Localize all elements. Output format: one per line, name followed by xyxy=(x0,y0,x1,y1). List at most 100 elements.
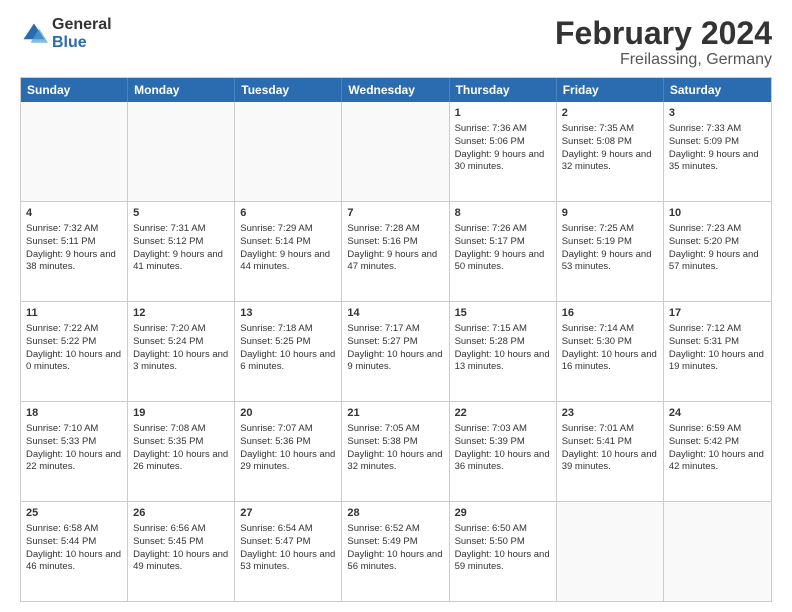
day-number: 3 xyxy=(669,106,766,121)
sunset-text: Sunset: 5:30 PM xyxy=(562,336,658,349)
day-number: 23 xyxy=(562,406,658,421)
calendar-cell: 19Sunrise: 7:08 AMSunset: 5:35 PMDayligh… xyxy=(128,402,235,501)
sunrise-text: Sunrise: 7:01 AM xyxy=(562,423,658,436)
sunrise-text: Sunrise: 7:15 AM xyxy=(455,323,551,336)
daylight-text: Daylight: 9 hours and 47 minutes. xyxy=(347,249,443,275)
sunrise-text: Sunrise: 7:23 AM xyxy=(669,223,766,236)
calendar-cell: 2Sunrise: 7:35 AMSunset: 5:08 PMDaylight… xyxy=(557,102,664,201)
daylight-text: Daylight: 10 hours and 29 minutes. xyxy=(240,449,336,475)
logo-blue-text: Blue xyxy=(52,34,112,52)
header-day-tuesday: Tuesday xyxy=(235,78,342,102)
calendar-cell: 3Sunrise: 7:33 AMSunset: 5:09 PMDaylight… xyxy=(664,102,771,201)
sunrise-text: Sunrise: 7:28 AM xyxy=(347,223,443,236)
sunrise-text: Sunrise: 7:07 AM xyxy=(240,423,336,436)
daylight-text: Daylight: 10 hours and 56 minutes. xyxy=(347,549,443,575)
sunset-text: Sunset: 5:17 PM xyxy=(455,236,551,249)
day-number: 28 xyxy=(347,506,443,521)
daylight-text: Daylight: 9 hours and 57 minutes. xyxy=(669,249,766,275)
daylight-text: Daylight: 10 hours and 59 minutes. xyxy=(455,549,551,575)
calendar-cell xyxy=(21,102,128,201)
calendar-cell xyxy=(557,502,664,601)
calendar-row-2: 11Sunrise: 7:22 AMSunset: 5:22 PMDayligh… xyxy=(21,301,771,401)
calendar-cell xyxy=(342,102,449,201)
day-number: 6 xyxy=(240,206,336,221)
day-number: 22 xyxy=(455,406,551,421)
day-number: 4 xyxy=(26,206,122,221)
calendar-cell: 10 Sunrise: 7:23 AMSunset: 5:20 PMDayligh… xyxy=(664,202,771,301)
day-number: 20 xyxy=(240,406,336,421)
calendar-cell: 28 Sunrise: 6:52 AMSunset: 5:49 PMDayligh… xyxy=(342,502,449,601)
daylight-text: Daylight: 9 hours and 38 minutes. xyxy=(26,249,122,275)
calendar-row-3: 18Sunrise: 7:10 AMSunset: 5:33 PMDayligh… xyxy=(21,401,771,501)
sunrise-text: Sunrise: 7:32 AM xyxy=(26,223,122,236)
daylight-text: Daylight: 10 hours and 19 minutes. xyxy=(669,349,766,375)
calendar-header: SundayMondayTuesdayWednesdayThursdayFrid… xyxy=(21,78,771,102)
daylight-text: Daylight: 10 hours and 53 minutes. xyxy=(240,549,336,575)
calendar-row-1: 4Sunrise: 7:32 AMSunset: 5:11 PMDaylight… xyxy=(21,201,771,301)
calendar-cell: 13Sunrise: 7:18 AMSunset: 5:25 PMDayligh… xyxy=(235,302,342,401)
calendar-cell: 24Sunrise: 6:59 AMSunset: 5:42 PMDayligh… xyxy=(664,402,771,501)
sunset-text: Sunset: 5:41 PM xyxy=(562,436,658,449)
sunrise-text: Sunrise: 7:25 AM xyxy=(562,223,658,236)
title-block: February 2024 Freilassing, Germany xyxy=(555,16,772,69)
daylight-text: Daylight: 9 hours and 41 minutes. xyxy=(133,249,229,275)
logo-icon xyxy=(20,20,48,48)
day-number: 11 xyxy=(26,306,122,321)
sunset-text: Sunset: 5:20 PM xyxy=(669,236,766,249)
sunset-text: Sunset: 5:09 PM xyxy=(669,136,766,149)
sunset-text: Sunset: 5:08 PM xyxy=(562,136,658,149)
sunset-text: Sunset: 5:06 PM xyxy=(455,136,551,149)
sunset-text: Sunset: 5:24 PM xyxy=(133,336,229,349)
calendar-cell: 26Sunrise: 6:56 AMSunset: 5:45 PMDayligh… xyxy=(128,502,235,601)
sunrise-text: Sunrise: 6:59 AM xyxy=(669,423,766,436)
header-day-wednesday: Wednesday xyxy=(342,78,449,102)
day-number: 17 xyxy=(669,306,766,321)
header-day-thursday: Thursday xyxy=(450,78,557,102)
sunset-text: Sunset: 5:33 PM xyxy=(26,436,122,449)
logo-general: General xyxy=(52,16,112,34)
logo: General Blue xyxy=(20,16,112,51)
sunrise-text: Sunrise: 7:03 AM xyxy=(455,423,551,436)
sunrise-text: Sunrise: 7:26 AM xyxy=(455,223,551,236)
day-number: 25 xyxy=(26,506,122,521)
daylight-text: Daylight: 10 hours and 13 minutes. xyxy=(455,349,551,375)
sunset-text: Sunset: 5:27 PM xyxy=(347,336,443,349)
calendar-cell xyxy=(235,102,342,201)
calendar-cell: 11Sunrise: 7:22 AMSunset: 5:22 PMDayligh… xyxy=(21,302,128,401)
daylight-text: Daylight: 10 hours and 32 minutes. xyxy=(347,449,443,475)
page: General Blue February 2024 Freilassing, … xyxy=(0,0,792,612)
sunset-text: Sunset: 5:35 PM xyxy=(133,436,229,449)
sunset-text: Sunset: 5:28 PM xyxy=(455,336,551,349)
sunset-text: Sunset: 5:38 PM xyxy=(347,436,443,449)
sunset-text: Sunset: 5:50 PM xyxy=(455,536,551,549)
day-number: 26 xyxy=(133,506,229,521)
daylight-text: Daylight: 10 hours and 22 minutes. xyxy=(26,449,122,475)
calendar-cell xyxy=(128,102,235,201)
calendar: SundayMondayTuesdayWednesdayThursdayFrid… xyxy=(20,77,772,602)
day-number: 10 xyxy=(669,206,766,221)
calendar-cell xyxy=(664,502,771,601)
sunrise-text: Sunrise: 7:29 AM xyxy=(240,223,336,236)
header-day-friday: Friday xyxy=(557,78,664,102)
daylight-text: Daylight: 10 hours and 26 minutes. xyxy=(133,449,229,475)
calendar-cell: 4Sunrise: 7:32 AMSunset: 5:11 PMDaylight… xyxy=(21,202,128,301)
sunrise-text: Sunrise: 7:14 AM xyxy=(562,323,658,336)
calendar-cell: 8Sunrise: 7:26 AMSunset: 5:17 PMDaylight… xyxy=(450,202,557,301)
sunrise-text: Sunrise: 7:05 AM xyxy=(347,423,443,436)
header: General Blue February 2024 Freilassing, … xyxy=(20,16,772,69)
daylight-text: Daylight: 9 hours and 30 minutes. xyxy=(455,149,551,175)
day-number: 27 xyxy=(240,506,336,521)
daylight-text: Daylight: 10 hours and 0 minutes. xyxy=(26,349,122,375)
calendar-cell: 20Sunrise: 7:07 AMSunset: 5:36 PMDayligh… xyxy=(235,402,342,501)
daylight-text: Daylight: 9 hours and 44 minutes. xyxy=(240,249,336,275)
day-number: 8 xyxy=(455,206,551,221)
sunrise-text: Sunrise: 6:52 AM xyxy=(347,523,443,536)
day-number: 13 xyxy=(240,306,336,321)
day-number: 21 xyxy=(347,406,443,421)
calendar-cell: 9Sunrise: 7:25 AMSunset: 5:19 PMDaylight… xyxy=(557,202,664,301)
day-number: 12 xyxy=(133,306,229,321)
daylight-text: Daylight: 10 hours and 16 minutes. xyxy=(562,349,658,375)
daylight-text: Daylight: 10 hours and 6 minutes. xyxy=(240,349,336,375)
sunset-text: Sunset: 5:49 PM xyxy=(347,536,443,549)
day-number: 19 xyxy=(133,406,229,421)
